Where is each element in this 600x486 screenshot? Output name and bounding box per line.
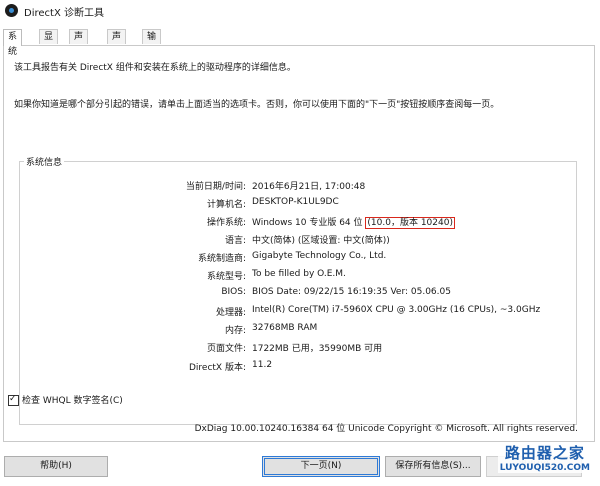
info-value: To be filled by O.E.M. [252,269,346,279]
next-page-label: 下一页(N) [300,461,342,471]
intro-line-2: 如果你知道是哪个部分引起的错误，请单击上面适当的选项卡。否则，你可以使用下面的"… [14,100,500,110]
info-row-bios: BIOS: BIOS Date: 09/22/15 16:19:35 Ver: … [20,287,578,299]
info-label: BIOS: [221,287,246,297]
site-watermark: 路由器之家 LUYOUQI520.COM [497,442,592,473]
info-row-processor: 处理器: Intel(R) Core(TM) i7-5960X CPU @ 3.… [20,305,578,318]
info-row-directx-version: DirectX 版本: 11.2 [20,360,578,373]
info-value: BIOS Date: 09/22/15 16:19:35 Ver: 05.06.… [252,287,451,297]
info-label: 语言: [224,236,246,246]
tab-input[interactable]: 输入 [142,29,162,57]
info-value: Intel(R) Core(TM) i7-5960X CPU @ 3.00GHz… [252,305,541,315]
info-label: DirectX 版本: [188,363,246,373]
tab-display[interactable]: 显示 [39,29,59,57]
title-bar[interactable]: DirectX 诊断工具 [0,0,600,22]
os-version-highlight: (10.0，版本 10240) [365,217,455,229]
info-row-computer-name: 计算机名: DESKTOP-K1UL9DC [20,197,578,210]
tab-system[interactable]: 系统 [3,29,23,57]
save-all-info-button[interactable]: 保存所有信息(S)... [385,456,481,477]
checkmark-icon: ✓ [9,394,17,404]
info-value: 1722MB 已用，35990MB 可用 [252,344,383,354]
info-label: 内存: [224,326,246,336]
info-row-page-file: 页面文件: 1722MB 已用，35990MB 可用 [20,341,578,354]
info-row-manufacturer: 系统制造商: Gigabyte Technology Co., Ltd. [20,251,578,264]
info-value: Gigabyte Technology Co., Ltd. [252,251,387,261]
info-row-datetime: 当前日期/时间: 2016年6月21日, 17:00:48 [20,179,578,192]
info-row-memory: 内存: 32768MB RAM [20,323,578,336]
whql-checkbox[interactable]: ✓ [8,394,19,406]
info-row-model: 系统型号: To be filled by O.E.M. [20,269,578,282]
window-title: DirectX 诊断工具 [24,8,104,19]
info-label: 处理器: [215,308,246,318]
info-label: 操作系统: [206,218,246,228]
info-value: 中文(简体) (区域设置: 中文(简体)) [252,236,390,246]
tab-sound-2[interactable]: 声音 2 [107,29,127,72]
dxdiag-version-text: DxDiag 10.00.10240.16384 64 位 Unicode Co… [194,424,578,434]
tab-sound-1[interactable]: 声音 1 [69,29,89,72]
info-value: 32768MB RAM [252,323,318,333]
info-label: 页面文件: [206,344,246,354]
info-value: DESKTOP-K1UL9DC [252,197,339,207]
info-label: 计算机名: [206,200,246,210]
info-row-os: 操作系统: Windows 10 专业版 64 位 (10.0，版本 10240… [20,215,578,229]
info-label: 系统制造商: [197,254,246,264]
info-value: 11.2 [252,360,273,370]
watermark-url: LUYOUQI520.COM [499,463,590,473]
os-name: Windows 10 专业版 64 位 [252,218,363,228]
info-label: 系统型号: [206,272,246,282]
help-button[interactable]: 帮助(H) [4,456,108,477]
intro-line-1: 该工具报告有关 DirectX 组件和安装在系统上的驱动程序的详细信息。 [14,63,296,73]
info-label: 当前日期/时间: [185,182,246,192]
system-info-group: 系统信息 当前日期/时间: 2016年6月21日, 17:00:48 计算机名:… [19,155,578,425]
watermark-text: 路由器之家 [504,444,585,462]
system-tab-panel: 该工具报告有关 DirectX 组件和安装在系统上的驱动程序的详细信息。 如果你… [3,45,595,442]
info-value-os: Windows 10 专业版 64 位 (10.0，版本 10240) [252,215,455,229]
directx-app-icon [5,4,18,17]
info-value: 2016年6月21日, 17:00:48 [252,182,366,192]
whql-checkbox-label: 检查 WHQL 数字签名(C) [22,396,123,406]
system-info-title: 系统信息 [24,155,65,168]
next-page-button[interactable]: 下一页(N) [262,456,380,477]
whql-check-option[interactable]: ✓ 检查 WHQL 数字签名(C) [8,393,123,406]
info-row-language: 语言: 中文(简体) (区域设置: 中文(简体)) [20,233,578,246]
